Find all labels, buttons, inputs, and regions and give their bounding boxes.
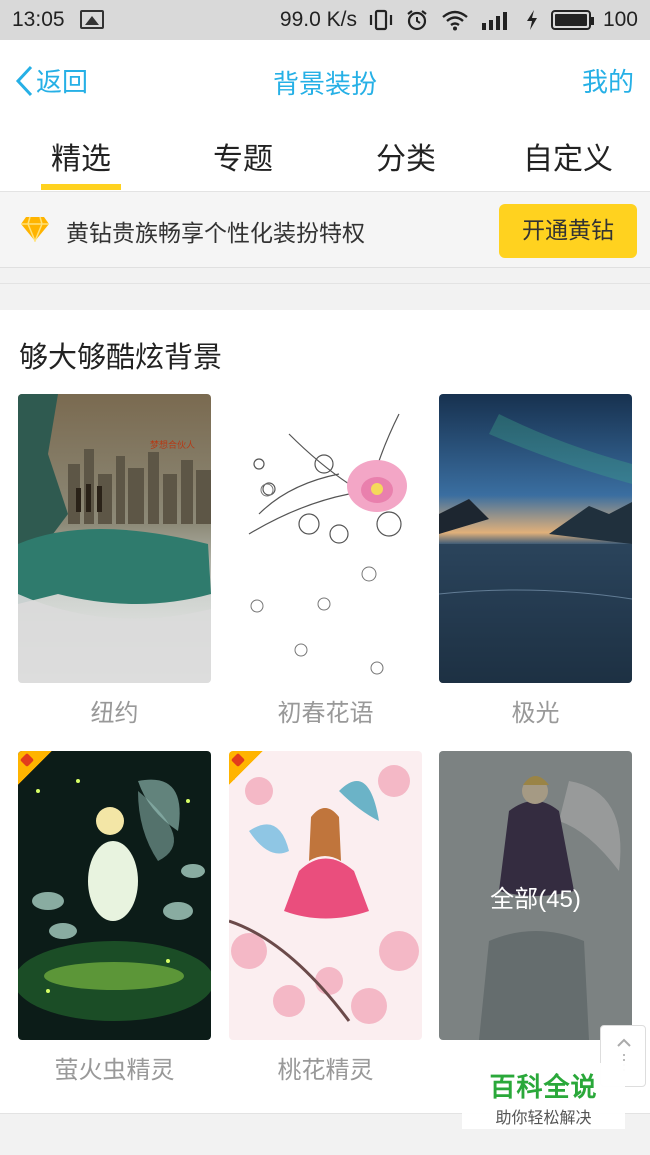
divider [0, 283, 650, 284]
tab-custom[interactable]: 自定义 [487, 134, 649, 178]
diamond-icon [21, 216, 49, 242]
alarm-icon [407, 10, 427, 31]
watermark-subtitle: 助你轻松解决 [495, 1108, 592, 1127]
svg-text:梦想合伙人: 梦想合伙人 [150, 439, 195, 450]
status-time: 13:05 [12, 8, 65, 31]
section-title: 够大够酷炫背景 [19, 340, 223, 374]
picture-icon [80, 10, 104, 29]
background-thumbnail[interactable]: 梦想合伙人 [18, 394, 211, 683]
watermark-title: 百科全说 [489, 1073, 598, 1103]
top-navbar: 返回 背景装扮 我的 [0, 40, 650, 118]
background-caption: 极光 [511, 699, 560, 727]
battery-level: 100 [602, 8, 638, 31]
background-caption: 纽约 [90, 699, 139, 727]
vibrate-icon [369, 9, 393, 31]
battery-icon [550, 10, 594, 30]
open-yellow-diamond-button[interactable]: 开通黄钻 [499, 204, 637, 258]
signal-icon [481, 12, 507, 30]
background-thumbnail[interactable]: 全部(45) [439, 751, 632, 1040]
background-caption: 萤火虫精灵 [54, 1056, 175, 1084]
featured-backgrounds-section: 够大够酷炫背景 梦想合伙人 纽约 初春花语 极光 萤火虫精灵 桃花精灵 全部(4… [0, 310, 650, 1114]
background-thumbnail[interactable] [18, 751, 211, 1040]
tab-bar: 精选 专题 分类 自定义 [0, 118, 650, 192]
tab-featured[interactable]: 精选 [0, 134, 162, 178]
mine-button[interactable]: 我的 [582, 62, 634, 99]
vip-banner-text: 黄钻贵族畅享个性化装扮特权 [66, 221, 365, 247]
background-caption: 桃花精灵 [277, 1056, 374, 1084]
vip-badge-icon [18, 751, 52, 785]
view-all-label[interactable]: 全部(45) [439, 879, 632, 914]
charging-icon [526, 10, 537, 30]
background-thumbnail[interactable] [439, 394, 632, 683]
status-bar: 13:05 99.0 K/s 100 [0, 0, 650, 40]
tab-categories[interactable]: 分类 [325, 134, 487, 178]
background-caption: 初春花语 [277, 699, 374, 727]
page-title: 背景装扮 [272, 70, 377, 100]
active-tab-indicator [41, 184, 121, 190]
watermark: 百科全说 助你轻松解决 [462, 1063, 625, 1129]
vip-badge-icon [229, 751, 263, 785]
background-thumbnail[interactable] [229, 751, 422, 1040]
network-speed: 99.0 K/s [279, 8, 357, 31]
background-thumbnail[interactable] [229, 394, 422, 683]
tab-topics[interactable]: 专题 [162, 134, 324, 178]
vip-banner: 黄钻贵族畅享个性化装扮特权 开通黄钻 [0, 192, 650, 268]
wifi-icon [442, 10, 468, 31]
